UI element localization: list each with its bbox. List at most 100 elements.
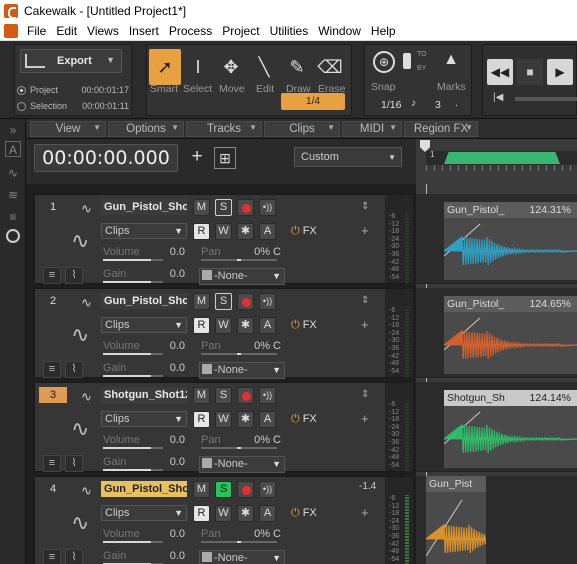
menu-help[interactable]: Help: [366, 24, 401, 38]
read-automation-button[interactable]: R: [193, 411, 210, 428]
arm-automation-button[interactable]: A: [259, 317, 276, 334]
menu-insert[interactable]: Insert: [124, 24, 164, 38]
write-automation-button[interactable]: W: [215, 505, 232, 522]
project-radio[interactable]: Project 00:00:01:17: [17, 85, 129, 95]
track-strip[interactable]: 4 ∿ Gun_Pistol_Shot M S •)) -1.4 ⇕ ∿ Cli…: [34, 476, 413, 564]
track-name[interactable]: Gun_Pistol_Shot: [101, 293, 187, 309]
output-select[interactable]: -None- ▼: [199, 550, 285, 564]
region-fx-menu[interactable]: Region FX ▼: [404, 121, 478, 137]
write-automation-button[interactable]: W: [215, 317, 232, 334]
clip-header[interactable]: Shotgun_Sh 124.14%: [444, 390, 577, 406]
menu-process[interactable]: Process: [164, 24, 217, 38]
list-icon[interactable]: ≡: [5, 209, 21, 225]
arm-automation-button[interactable]: A: [259, 411, 276, 428]
menu-utilities[interactable]: Utilities: [265, 24, 314, 38]
snap-dot[interactable]: .: [455, 97, 458, 109]
mute-button[interactable]: M: [193, 481, 210, 498]
track-strip[interactable]: 2 ∿ Gun_Pistol_Shot M S •)) ⇕ ∿ Clips ▼ R…: [34, 288, 413, 379]
fx-bin[interactable]: ⏻ FX: [291, 319, 317, 332]
input-echo-icon[interactable]: •)): [259, 387, 276, 404]
gain-slider[interactable]: Gain 0.0: [101, 455, 187, 471]
clips-menu[interactable]: Clips ▼: [264, 121, 340, 137]
erase-tool-button[interactable]: ⌫: [314, 49, 346, 85]
gain-slider[interactable]: Gain 0.0: [101, 267, 187, 283]
volume-slider[interactable]: Volume 0.0: [101, 245, 187, 261]
updown-arrows-icon[interactable]: ⇕: [361, 389, 369, 400]
smart-tool-button[interactable]: ➚: [149, 49, 181, 85]
audio-clip[interactable]: Gun_Pistol_ 124.65%: [444, 296, 577, 374]
record-mode-icon[interactable]: [6, 229, 20, 243]
track-list-icon[interactable]: ≡: [43, 455, 61, 472]
move-tool-button[interactable]: ✥: [215, 49, 247, 85]
track-number[interactable]: 3: [39, 387, 67, 403]
clips-select[interactable]: Clips ▼: [101, 411, 187, 427]
add-track-icon[interactable]: +: [186, 147, 208, 169]
track-name[interactable]: Gun_Pistol_Shot: [101, 481, 187, 497]
clip-header[interactable]: Gun_Pistol_ 124.31%: [444, 202, 577, 218]
menu-project[interactable]: Project: [217, 24, 264, 38]
clip-header[interactable]: Gun_Pistol_ 124.65%: [444, 296, 577, 312]
star-icon[interactable]: ✱: [237, 223, 254, 240]
transport-slider[interactable]: [515, 97, 577, 101]
solo-button[interactable]: S: [215, 199, 232, 216]
record-arm-icon[interactable]: [237, 387, 254, 404]
input-echo-icon[interactable]: •)): [259, 481, 276, 498]
star-icon[interactable]: ✱: [237, 411, 254, 428]
menu-views[interactable]: Views: [82, 24, 124, 38]
read-automation-button[interactable]: R: [193, 317, 210, 334]
export-button[interactable]: Export ▼: [20, 49, 122, 73]
record-arm-icon[interactable]: [237, 293, 254, 310]
midi-menu[interactable]: MIDI ▼: [342, 121, 402, 137]
arm-automation-button[interactable]: A: [259, 223, 276, 240]
record-arm-icon[interactable]: [237, 199, 254, 216]
audio-clip[interactable]: Shotgun_Sh 124.14%: [444, 390, 577, 468]
loop-region[interactable]: [444, 152, 560, 164]
options-menu[interactable]: Options ▼: [108, 121, 184, 137]
workspace-select[interactable]: Custom ▼: [294, 147, 402, 167]
clip-lane[interactable]: Gun_Pist: [416, 476, 577, 564]
star-icon[interactable]: ✱: [237, 317, 254, 334]
audio-icon[interactable]: ≋: [5, 187, 21, 203]
track-list-icon[interactable]: ≡: [43, 267, 61, 284]
track-strip[interactable]: 1 ∿ Gun_Pistol_Shot M S •)) ⇕ ∿ Clips ▼ R…: [34, 194, 413, 285]
app-menu-icon[interactable]: [4, 23, 18, 38]
add-fx-icon[interactable]: +: [361, 317, 369, 332]
input-echo-icon[interactable]: •)): [259, 293, 276, 310]
track-name[interactable]: Shotgun_Shot12: [101, 387, 187, 403]
add-fx-icon[interactable]: +: [361, 411, 369, 426]
timeline-ruler[interactable]: 1: [416, 139, 577, 184]
clip-header[interactable]: Gun_Pist: [426, 476, 486, 492]
play-button[interactable]: ▶: [547, 59, 573, 85]
add-fx-icon[interactable]: +: [361, 223, 369, 238]
snap-count[interactable]: 3: [435, 99, 441, 111]
mute-button[interactable]: M: [193, 387, 210, 404]
automation-lane-icon[interactable]: ⌇: [65, 549, 83, 564]
mute-button[interactable]: M: [193, 199, 210, 216]
output-select[interactable]: -None- ▼: [199, 456, 285, 473]
clips-select[interactable]: Clips ▼: [101, 223, 187, 239]
clip-lane[interactable]: Gun_Pistol_ 124.31%: [416, 194, 577, 284]
select-tool-button[interactable]: I: [182, 49, 214, 85]
solo-button[interactable]: S: [215, 481, 232, 498]
view-menu[interactable]: View ▼: [30, 121, 106, 137]
write-automation-button[interactable]: W: [215, 411, 232, 428]
selection-radio[interactable]: Selection 00:00:01:11: [17, 101, 129, 111]
input-echo-icon[interactable]: •)): [259, 199, 276, 216]
track-list-icon[interactable]: ≡: [43, 361, 61, 378]
audio-clip[interactable]: Gun_Pist: [426, 476, 486, 564]
menu-window[interactable]: Window: [313, 24, 366, 38]
go-to-start-icon[interactable]: |◀: [493, 92, 503, 103]
snap-icon[interactable]: ⊕: [373, 51, 395, 73]
snap-value[interactable]: 1/16: [381, 99, 401, 111]
record-arm-icon[interactable]: [237, 481, 254, 498]
snap-toggle-icon[interactable]: [403, 53, 411, 69]
volume-slider[interactable]: Volume 0.0: [101, 339, 187, 355]
pan-slider[interactable]: Pan 0% C: [199, 245, 285, 261]
menu-file[interactable]: File: [22, 24, 51, 38]
updown-arrows-icon[interactable]: ⇕: [361, 201, 369, 212]
marks-icon[interactable]: ▲: [439, 51, 463, 71]
stop-button[interactable]: ■: [517, 59, 543, 85]
mute-button[interactable]: M: [193, 293, 210, 310]
add-folder-icon[interactable]: ⊞: [214, 147, 236, 169]
write-automation-button[interactable]: W: [215, 223, 232, 240]
